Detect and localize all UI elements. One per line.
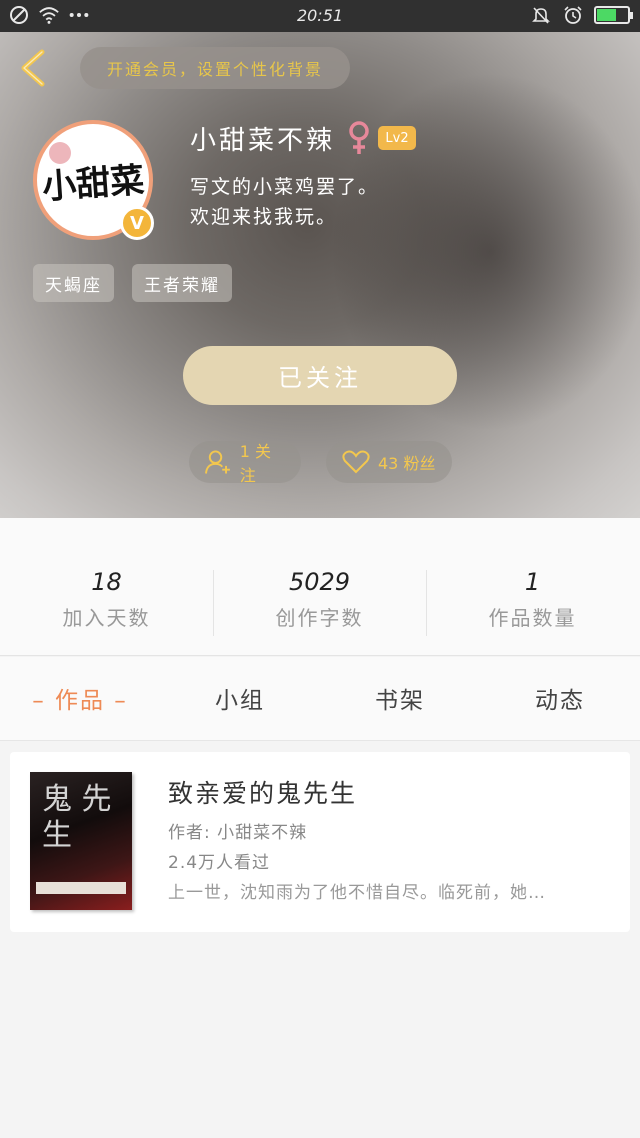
chevron-left-icon — [21, 49, 45, 87]
works-list: 鬼 先 生 致亲爱的鬼先生 作者: 小甜菜不辣 2.4万人看过 上一世，沈知雨为… — [0, 742, 640, 1138]
tab-bar: – 作品 – 小组 书架 动态 — [0, 657, 640, 741]
status-bar: 20:51 — [0, 0, 640, 32]
mute-bell-icon — [530, 4, 552, 26]
battery-charging-icon — [594, 6, 633, 24]
profile-header: 开通会员，设置个性化背景 小甜菜 V 小甜菜不辣 Lv2 写文的小菜鸡罢了。 欢… — [0, 32, 640, 518]
stat-label: 作品数量 — [488, 606, 577, 630]
book-title[interactable]: 致亲爱的鬼先生 — [168, 774, 357, 810]
tag-list: 天蝎座 王者荣耀 — [33, 264, 232, 302]
tab-label: 作品 — [55, 688, 105, 714]
book-card[interactable]: 鬼 先 生 致亲爱的鬼先生 作者: 小甜菜不辣 2.4万人看过 上一世，沈知雨为… — [10, 752, 630, 932]
level-badge: Lv2 — [378, 126, 416, 150]
fans-button[interactable]: 43 粉丝 — [326, 441, 452, 483]
tab-works[interactable]: – 作品 – — [0, 681, 160, 715]
tag-game[interactable]: 王者荣耀 — [132, 264, 232, 302]
stat-words-written: 5029 创作字数 — [213, 568, 426, 631]
bio: 写文的小菜鸡罢了。 欢迎来找我玩。 — [190, 172, 379, 232]
bio-line-2: 欢迎来找我玩。 — [190, 206, 338, 228]
stat-value: 18 — [91, 568, 122, 596]
stat-works-count: 1 作品数量 — [426, 568, 639, 631]
tab-bookshelf[interactable]: 书架 — [320, 681, 480, 715]
tag-zodiac[interactable]: 天蝎座 — [33, 264, 114, 302]
alarm-icon — [562, 4, 584, 26]
book-read-count: 2.4万人看过 — [168, 853, 271, 873]
follow-button[interactable]: 已关注 — [183, 346, 457, 405]
stat-days-joined: 18 加入天数 — [0, 568, 213, 631]
stat-value: 5029 — [288, 568, 351, 596]
following-button[interactable]: 1 关注 — [189, 441, 301, 485]
stat-label: 创作字数 — [275, 606, 364, 630]
username: 小甜菜不辣 — [190, 126, 336, 156]
bio-line-1: 写文的小菜鸡罢了。 — [190, 176, 380, 198]
stats-bar: 18 加入天数 5029 创作字数 1 作品数量 — [0, 518, 640, 656]
tab-groups[interactable]: 小组 — [160, 681, 320, 715]
heart-icon — [342, 450, 370, 474]
back-button[interactable] — [14, 46, 54, 90]
tab-activity[interactable]: 动态 — [480, 681, 640, 715]
stat-label: 加入天数 — [62, 606, 151, 630]
user-add-icon — [205, 450, 230, 474]
avatar-text: 小甜菜 — [40, 159, 146, 208]
book-description: 上一世，沈知雨为了他不惜自尽。临死前，她… — [168, 883, 546, 903]
following-count: 1 关注 — [239, 442, 272, 485]
female-gender-icon — [349, 121, 369, 154]
cover-title: 鬼 先 生 — [42, 782, 112, 853]
vip-background-prompt[interactable]: 开通会员，设置个性化背景 — [80, 47, 350, 89]
stat-value: 1 — [524, 568, 541, 596]
book-cover[interactable]: 鬼 先 生 — [30, 772, 132, 910]
book-author: 作者: 小甜菜不辣 — [168, 823, 308, 843]
fans-count: 43 粉丝 — [378, 454, 436, 473]
verified-badge: V — [120, 206, 154, 240]
